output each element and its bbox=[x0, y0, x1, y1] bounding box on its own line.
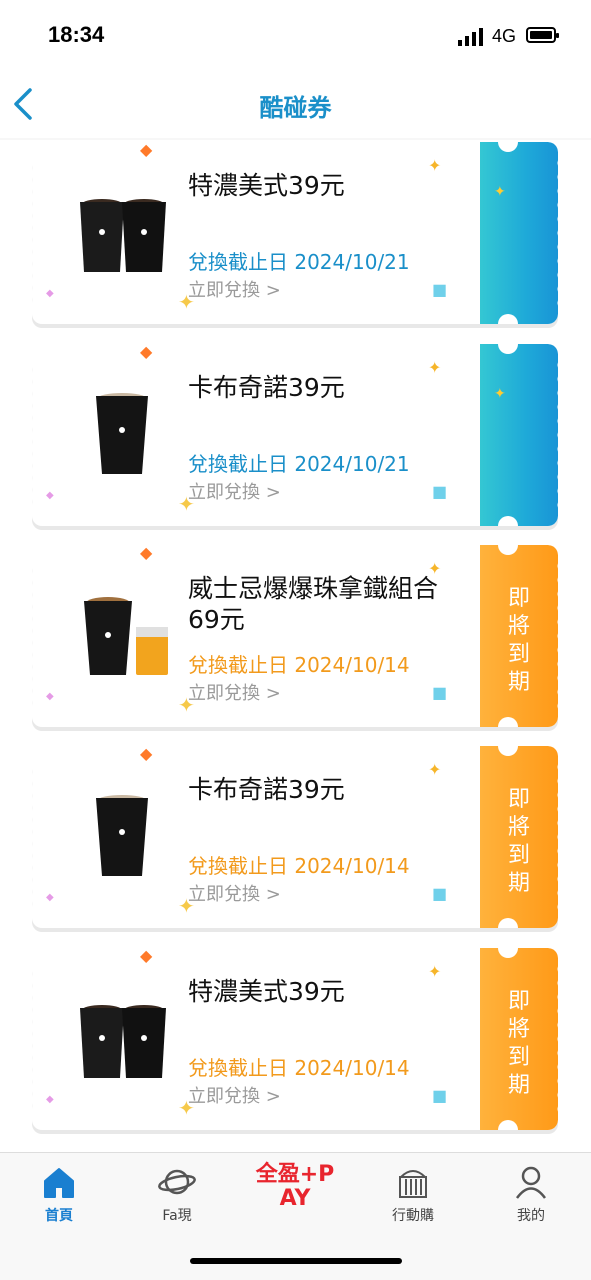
tab-pay[interactable]: 全盈+PAY bbox=[236, 1163, 354, 1211]
coffee-cup-icon bbox=[80, 199, 166, 272]
shop-icon bbox=[399, 1170, 427, 1198]
coupon-stub: ✦ bbox=[480, 142, 558, 324]
coffee-cup-icon bbox=[96, 393, 148, 474]
coupon-expiry: 兌換截止日 2024/10/21 bbox=[188, 250, 410, 274]
network-label: 4G bbox=[492, 26, 517, 46]
redeem-link[interactable]: 立即兌換 > bbox=[188, 679, 281, 705]
coupon-title: 威士忌爆爆珠拿鐵組合69元 bbox=[188, 574, 439, 634]
tab-label: 我的 bbox=[517, 1208, 545, 1224]
home-icon bbox=[44, 1168, 74, 1198]
redeem-link[interactable]: 立即兌換 > bbox=[188, 276, 281, 302]
coupon-stub: 即將到期 bbox=[480, 746, 558, 928]
expiring-badge: 即將到期 bbox=[507, 586, 530, 695]
coupon-expiry: 兌換截止日 2024/10/14 bbox=[188, 653, 410, 677]
status-bar: 18:34 4G bbox=[0, 0, 591, 72]
coupon-stub: ✦ bbox=[480, 344, 558, 526]
coupon-stub: 即將到期 bbox=[480, 545, 558, 727]
signal-icon bbox=[458, 28, 483, 46]
coupon-title: 卡布奇諾39元 bbox=[188, 373, 345, 402]
latte-combo-icon bbox=[84, 597, 168, 675]
coupon-expiry: 兌換截止日 2024/10/14 bbox=[188, 1056, 410, 1080]
coupon-expiry: 兌換截止日 2024/10/14 bbox=[188, 854, 410, 878]
tab-label: 首頁 bbox=[45, 1208, 73, 1224]
status-time: 18:34 bbox=[48, 22, 105, 47]
redeem-link[interactable]: 立即兌換 > bbox=[188, 478, 281, 504]
page-title: 酷碰券 bbox=[259, 94, 332, 122]
coupon-card[interactable]: ◆ ✦ ◆ ✦ ■ 卡布奇諾39元 兌換截止日 2024/10/21 立即兌換 … bbox=[32, 344, 560, 530]
expiring-badge: 即將到期 bbox=[507, 989, 530, 1098]
tab-me[interactable]: 我的 bbox=[472, 1165, 590, 1225]
coupon-card[interactable]: ◆ ✦ ◆ ✦ ■ 特濃美式39元 兌換截止日 2024/10/21 立即兌換 … bbox=[32, 142, 560, 328]
coupon-title: 特濃美式39元 bbox=[188, 977, 345, 1006]
coupon-stub: 即將到期 bbox=[480, 948, 558, 1130]
coffee-cup-icon bbox=[80, 1005, 166, 1078]
tab-home[interactable]: 首頁 bbox=[0, 1165, 118, 1225]
pay-logo: 全盈+PAY bbox=[255, 1162, 335, 1211]
expiring-badge: 即將到期 bbox=[507, 787, 530, 896]
tab-label: Fa現 bbox=[162, 1208, 192, 1224]
battery-icon bbox=[526, 27, 559, 43]
tab-fa[interactable]: Fa現 bbox=[118, 1165, 236, 1225]
coupon-title: 特濃美式39元 bbox=[188, 171, 345, 200]
person-icon bbox=[515, 1166, 547, 1199]
nav-bar: 酷碰券 bbox=[0, 72, 591, 138]
redeem-link[interactable]: 立即兌換 > bbox=[188, 880, 281, 906]
coupon-title: 卡布奇諾39元 bbox=[188, 775, 345, 804]
home-indicator bbox=[190, 1258, 402, 1264]
tab-shop[interactable]: 行動購 bbox=[354, 1165, 472, 1225]
tab-label: 行動購 bbox=[392, 1208, 434, 1224]
coupon-list: ◆ ✦ ◆ ✦ ■ 特濃美式39元 兌換截止日 2024/10/21 立即兌換 … bbox=[0, 140, 591, 1152]
coupon-card[interactable]: ◆ ✦ ◆ ✦ ■ 卡布奇諾39元 兌換截止日 2024/10/14 立即兌換 … bbox=[32, 746, 560, 932]
redeem-link[interactable]: 立即兌換 > bbox=[188, 1082, 281, 1108]
coupon-expiry: 兌換截止日 2024/10/21 bbox=[188, 452, 410, 476]
coffee-cup-icon bbox=[96, 795, 148, 876]
planet-icon bbox=[158, 1169, 196, 1195]
coupon-card[interactable]: ◆ ✦ ◆ ✦ ■ 威士忌爆爆珠拿鐵組合69元 兌換截止日 2024/10/14… bbox=[32, 545, 560, 731]
coupon-card[interactable]: ◆ ✦ ◆ ✦ ■ 特濃美式39元 兌換截止日 2024/10/14 立即兌換 … bbox=[32, 948, 560, 1134]
